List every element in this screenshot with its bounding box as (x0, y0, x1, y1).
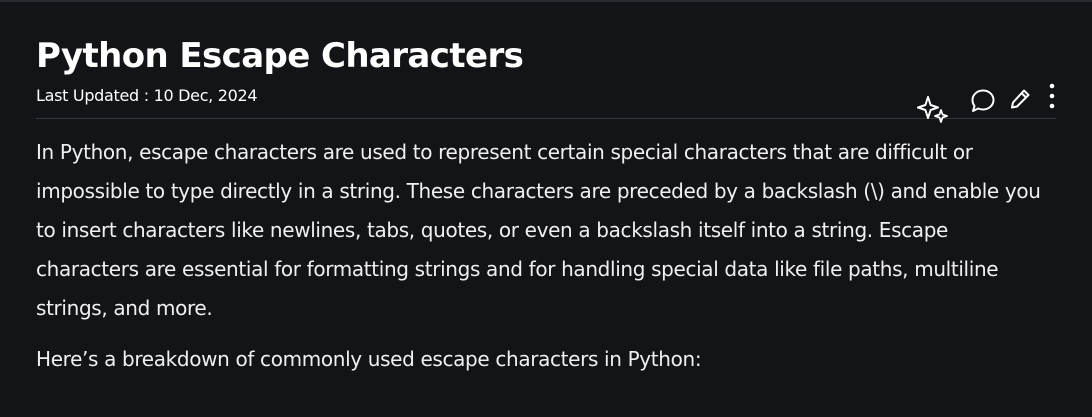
article-content: In Python, escape characters are used to… (36, 119, 1056, 379)
more-vertical-icon (1049, 83, 1055, 109)
page-title: Python Escape Characters (36, 36, 524, 76)
more-button[interactable] (1042, 80, 1062, 112)
ai-sparkle-icon (917, 96, 948, 123)
article: Python Escape Characters Last Updated : … (0, 2, 1092, 379)
intro-paragraph: In Python, escape characters are used to… (36, 140, 1041, 320)
last-updated-text: Last Updated : 10 Dec, 2024 (36, 86, 258, 105)
article-meta-row: Last Updated : 10 Dec, 2024 (36, 78, 1056, 123)
comment-icon (971, 89, 995, 112)
article-actions (896, 78, 1066, 123)
edit-pencil-icon (1011, 89, 1030, 109)
ai-sparkle-button[interactable] (914, 92, 954, 128)
comment-button[interactable] (966, 86, 1000, 116)
breakdown-intro-paragraph: Here’s a breakdown of commonly used esca… (36, 347, 702, 371)
edit-button[interactable] (1006, 84, 1034, 114)
